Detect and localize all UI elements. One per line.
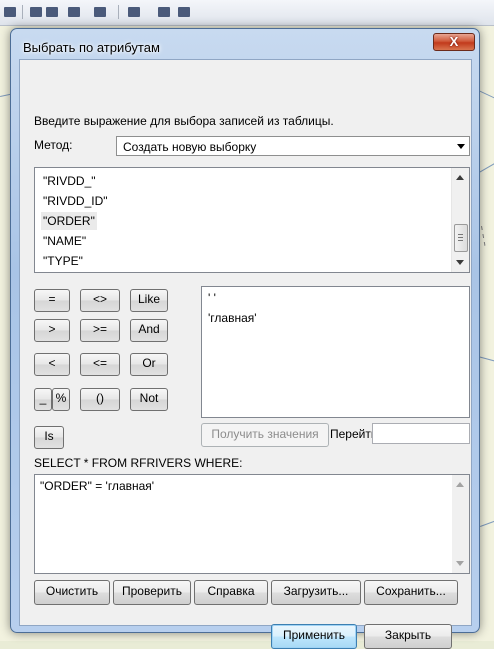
toolbar-icon[interactable] — [46, 7, 58, 17]
verify-button[interactable]: Проверить — [113, 580, 191, 605]
method-select[interactable]: Создать новую выборку — [116, 136, 470, 156]
scroll-up-icon[interactable] — [456, 175, 464, 180]
toolbar-icon[interactable] — [94, 7, 106, 17]
list-item[interactable]: "TYPE" — [41, 252, 85, 270]
toolbar-icon[interactable] — [30, 7, 42, 17]
operator-less-button[interactable]: < — [34, 353, 70, 376]
list-item[interactable]: "RIVDD_" — [41, 172, 98, 190]
map-feature-line — [477, 356, 494, 365]
load-button[interactable]: Загрузить... — [271, 580, 361, 605]
toolbar-icon[interactable] — [68, 7, 80, 17]
help-button[interactable]: Справка — [194, 580, 268, 605]
map-feature-line — [480, 515, 494, 527]
dialog-client-area: Введите выражение для выбора записей из … — [19, 59, 472, 649]
operator-like-button[interactable]: Like — [130, 289, 168, 312]
select-by-attributes-dialog: Выбрать по атрибутам X Введите выражение… — [10, 28, 480, 649]
method-label: Метод: — [34, 138, 73, 152]
instruction-text: Введите выражение для выбора записей из … — [34, 114, 334, 128]
list-item[interactable]: 'главная' — [208, 311, 257, 325]
scroll-down-icon[interactable] — [456, 260, 464, 265]
operator-greater-button[interactable]: > — [34, 319, 70, 342]
close-icon: X — [449, 34, 459, 49]
toolbar-icon[interactable] — [4, 7, 16, 17]
toolbar-icon[interactable] — [178, 7, 190, 17]
close-button[interactable]: Закрыть — [364, 624, 452, 649]
apply-button[interactable]: Применить — [271, 624, 357, 649]
scroll-down-icon[interactable] — [456, 561, 464, 566]
operator-equal-button[interactable]: = — [34, 289, 70, 312]
grip-icon — [458, 234, 463, 235]
toolbar-separator — [22, 5, 23, 19]
method-value: Создать новую выборку — [123, 140, 257, 154]
operator-not-button[interactable]: Not — [130, 388, 168, 411]
scroll-up-icon[interactable] — [456, 482, 464, 487]
operator-greater-equal-button[interactable]: >= — [80, 319, 120, 342]
expression-scrollbar[interactable] — [452, 475, 469, 573]
operator-and-button[interactable]: And — [130, 319, 168, 342]
operator-percent-button[interactable]: % — [52, 388, 70, 411]
fields-list[interactable]: "RIVDD_" "RIVDD_ID" "ORDER" "NAME" "TYPE… — [34, 167, 470, 273]
operator-not-equal-button[interactable]: <> — [80, 289, 120, 312]
toolbar-separator — [118, 5, 119, 19]
toolbar-icon[interactable] — [158, 7, 170, 17]
background-toolbar — [0, 0, 494, 26]
chevron-down-icon — [457, 144, 465, 149]
grip-icon — [458, 240, 463, 241]
list-item[interactable]: "NAME" — [41, 232, 88, 250]
expression-textarea[interactable]: "ORDER" = 'главная' — [34, 474, 470, 574]
list-item[interactable]: ' ' — [208, 291, 216, 305]
clear-button[interactable]: Очистить — [34, 580, 110, 605]
grip-icon — [458, 237, 463, 238]
toolbar-icon[interactable] — [128, 7, 140, 17]
dialog-title: Выбрать по атрибутам — [23, 40, 160, 55]
scroll-thumb[interactable] — [454, 224, 468, 252]
fields-scrollbar[interactable] — [451, 168, 469, 272]
save-button[interactable]: Сохранить... — [364, 580, 458, 605]
expression-text: "ORDER" = 'главная' — [40, 479, 155, 493]
operator-parens-button[interactable]: () — [80, 388, 120, 411]
list-item[interactable]: "ORDER" — [41, 212, 97, 230]
goto-input[interactable] — [372, 423, 470, 444]
close-window-button[interactable]: X — [433, 33, 475, 51]
operator-underscore-button[interactable]: _ — [34, 388, 52, 411]
operator-is-button[interactable]: Is — [34, 426, 64, 449]
get-values-button[interactable]: Получить значения — [201, 423, 329, 447]
sql-prefix: SELECT * FROM RFRIVERS WHERE: — [34, 456, 243, 470]
map-boundary-line — [481, 226, 486, 246]
operator-less-equal-button[interactable]: <= — [80, 353, 120, 376]
operator-or-button[interactable]: Or — [130, 353, 168, 376]
unique-values-list[interactable]: ' ' 'главная' — [201, 286, 470, 418]
list-item[interactable]: "RIVDD_ID" — [41, 192, 110, 210]
